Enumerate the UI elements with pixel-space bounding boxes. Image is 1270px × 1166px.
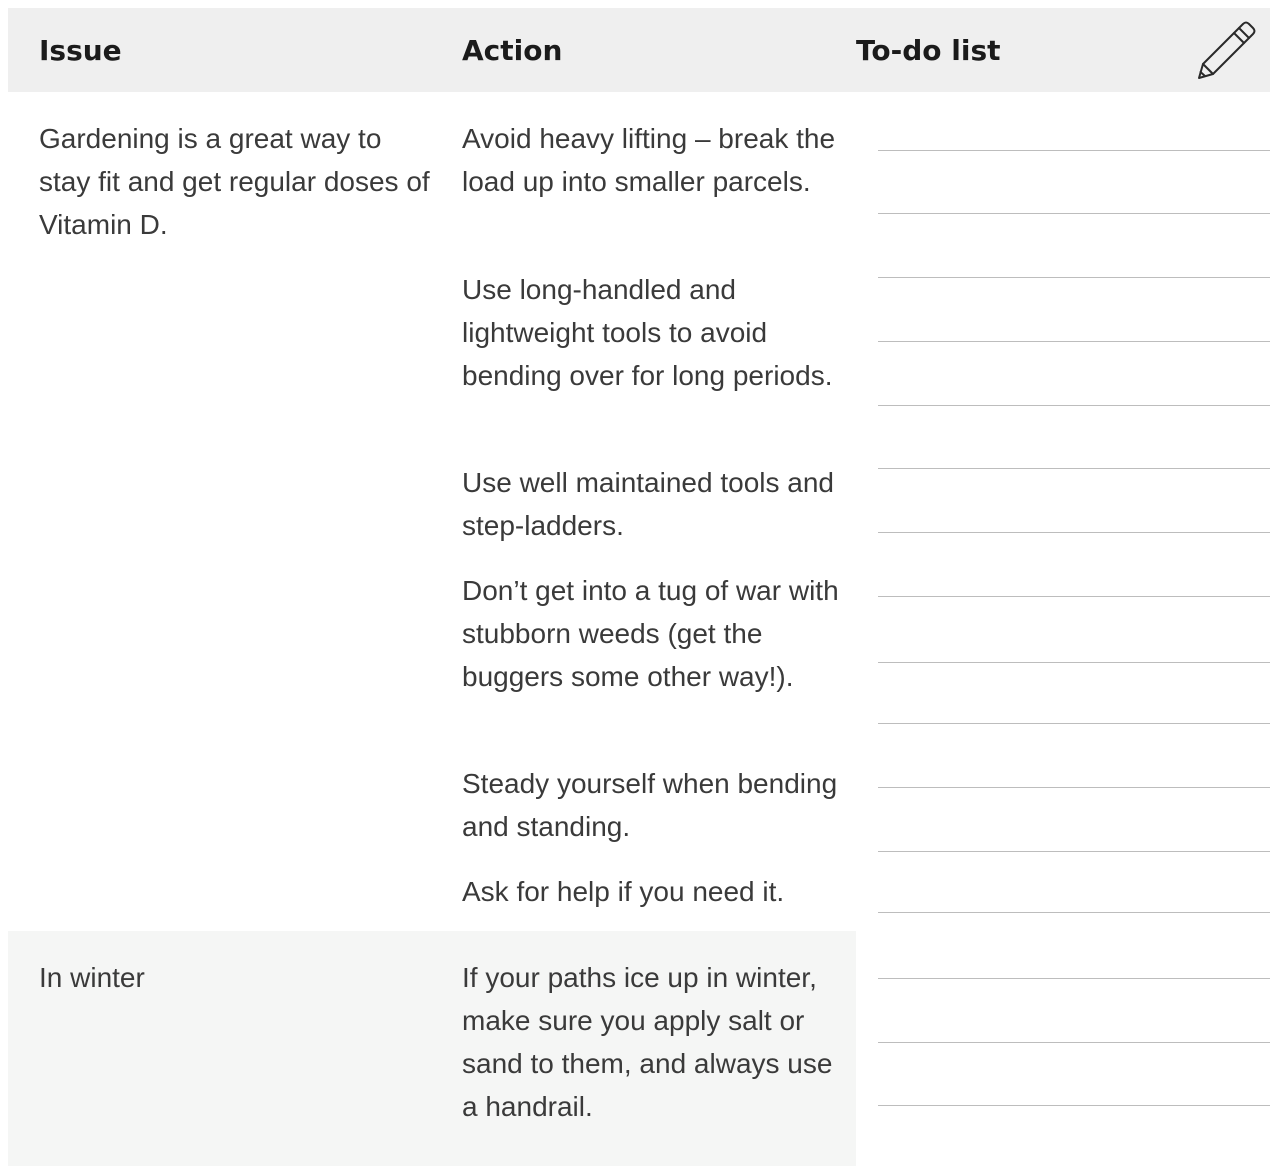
todo-line[interactable] <box>878 405 1270 406</box>
todo-line[interactable] <box>878 341 1270 342</box>
action-item: Use well maintained tools and step-ladde… <box>462 467 834 541</box>
todo-line[interactable] <box>878 277 1270 278</box>
todo-column-header: To-do list <box>856 34 1001 67</box>
table-header <box>8 8 1270 92</box>
todo-line[interactable] <box>878 851 1270 852</box>
todo-line[interactable] <box>878 912 1270 913</box>
todo-line[interactable] <box>878 978 1270 979</box>
issue-winter: In winter <box>39 962 145 993</box>
action-item: If your paths ice up in winter, make sur… <box>462 962 833 1122</box>
todo-line[interactable] <box>878 787 1270 788</box>
todo-line[interactable] <box>878 468 1270 469</box>
todo-line[interactable] <box>878 723 1270 724</box>
action-item: Don’t get into a tug of war with stubbor… <box>462 575 839 692</box>
action-item: Use long-handled and lightweight tools t… <box>462 274 833 391</box>
todo-line[interactable] <box>878 213 1270 214</box>
todo-line[interactable] <box>878 662 1270 663</box>
issue-column-header: Issue <box>39 34 122 67</box>
todo-line[interactable] <box>878 596 1270 597</box>
issue-gardening: Gardening is a great way to stay fit and… <box>39 123 430 240</box>
action-item: Avoid heavy lifting – break the load up … <box>462 123 836 197</box>
action-column-header: Action <box>462 34 563 67</box>
action-item: Steady yourself when bending and standin… <box>462 768 838 842</box>
todo-line[interactable] <box>878 150 1270 151</box>
action-item: Ask for help if you need it. <box>462 876 785 907</box>
todo-line[interactable] <box>878 1105 1270 1106</box>
pencil-icon <box>1198 21 1256 79</box>
todo-line[interactable] <box>878 1042 1270 1043</box>
todo-line[interactable] <box>878 532 1270 533</box>
